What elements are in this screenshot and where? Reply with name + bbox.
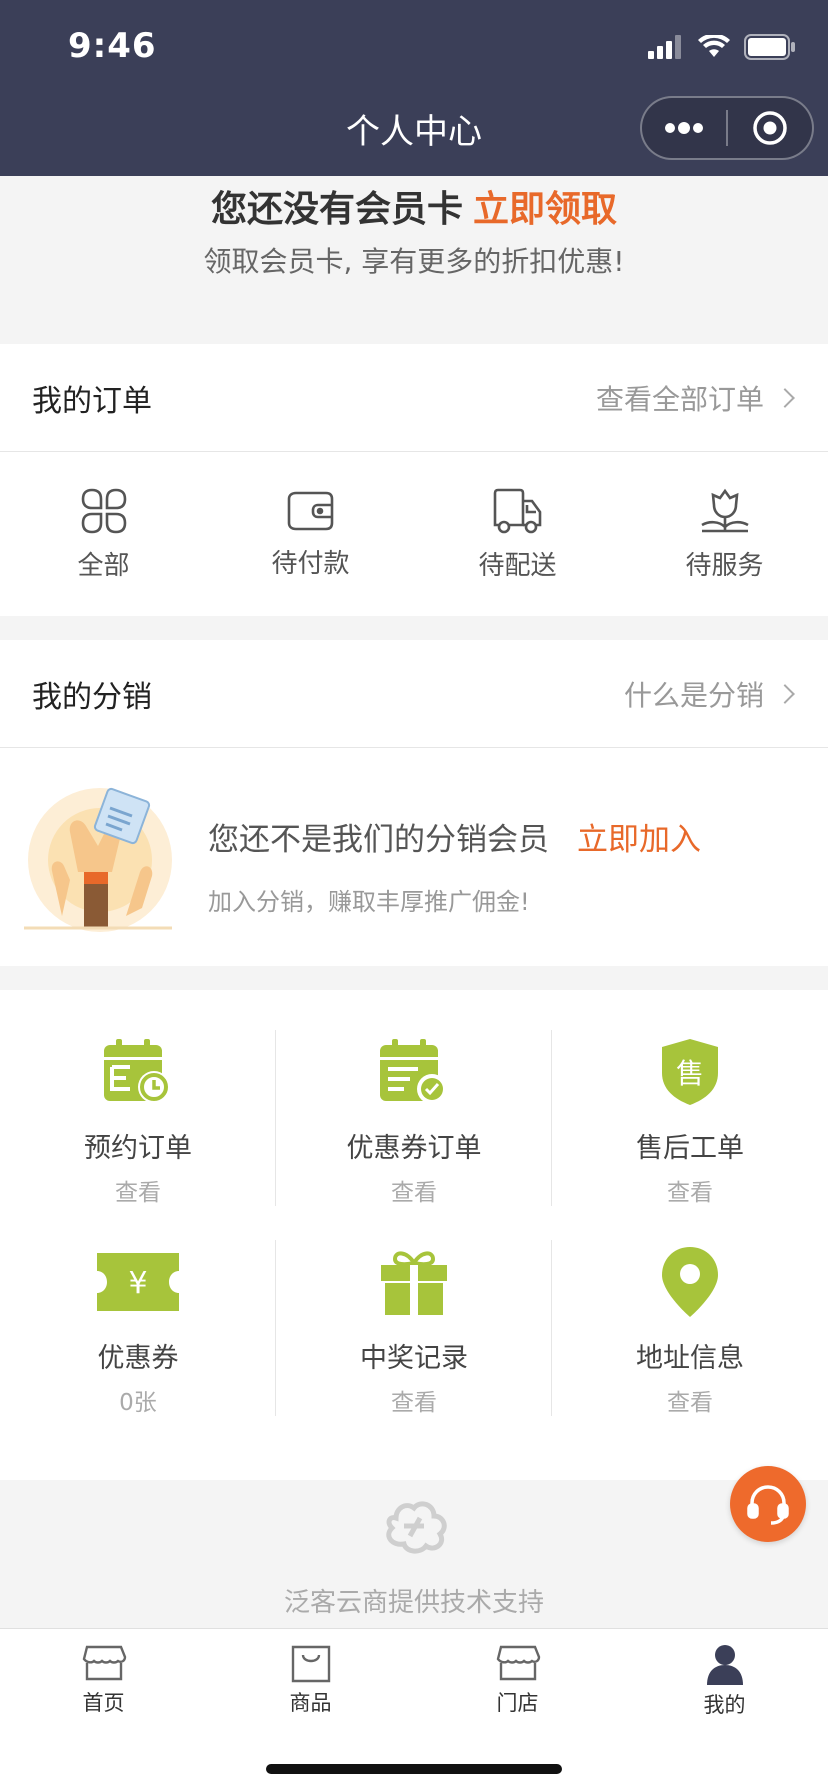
grid-item-appointment-orders[interactable]: 预约订单 查看 <box>0 1030 276 1240</box>
target-icon <box>753 111 787 145</box>
svg-text:售: 售 <box>676 1057 704 1090</box>
svg-text:¥: ¥ <box>128 1266 147 1301</box>
grid-item-subtitle: 查看 <box>667 1180 713 1206</box>
tab-label: 门店 <box>496 1691 539 1715</box>
member-card-subtitle: 领取会员卡, 享有更多的折扣优惠! <box>203 245 625 278</box>
member-card-text: 您还没有会员卡 <box>210 189 463 230</box>
mini-program-capsule <box>640 96 814 160</box>
grid-item-after-sales[interactable]: 售 售后工单 查看 <box>552 1030 828 1240</box>
order-tab-label: 待付款 <box>271 548 350 579</box>
chevron-right-icon <box>775 683 795 704</box>
order-tab-unpaid[interactable]: 待付款 <box>207 452 414 616</box>
orders-title: 我的订单 <box>32 383 152 419</box>
headset-icon <box>747 1485 789 1525</box>
bag-icon <box>291 1645 330 1683</box>
claim-card-link[interactable]: 立即领取 <box>473 189 617 230</box>
what-is-distribution-link[interactable]: 什么是分销 <box>623 674 795 714</box>
store-icon <box>496 1645 540 1681</box>
truck-icon <box>493 488 541 533</box>
grid-item-coupon-orders[interactable]: 优惠券订单 查看 <box>276 1030 552 1240</box>
order-tab-to-serve[interactable]: 待服务 <box>621 452 828 616</box>
tab-label: 我的 <box>703 1693 746 1717</box>
order-tab-label: 待配送 <box>478 550 557 581</box>
tab-label: 商品 <box>289 1691 332 1715</box>
order-tab-all[interactable]: 全部 <box>0 452 207 616</box>
more-button[interactable] <box>642 98 726 158</box>
brand-logo-icon <box>386 1501 447 1554</box>
grid-item-prize-records[interactable]: 中奖记录 查看 <box>276 1240 552 1450</box>
calendar-clock-icon <box>104 1039 170 1103</box>
tab-label: 首页 <box>82 1691 125 1715</box>
grid-item-title: 优惠券订单 <box>346 1133 482 1164</box>
grid-item-title: 售后工单 <box>636 1133 744 1164</box>
location-icon <box>662 1247 718 1317</box>
order-tab-to-deliver[interactable]: 待配送 <box>414 452 621 616</box>
tab-mine[interactable]: 我的 <box>621 1629 828 1792</box>
member-card-prompt: 您还没有会员卡 立即领取 领取会员卡, 享有更多的折扣优惠! <box>0 176 828 344</box>
flower-icon <box>700 488 749 532</box>
status-time: 9:46 <box>68 26 157 66</box>
grid-item-subtitle: 查看 <box>391 1390 437 1416</box>
home-indicator <box>266 1764 562 1774</box>
grid-item-title: 地址信息 <box>636 1343 744 1374</box>
grid-item-title: 预约订单 <box>84 1133 192 1164</box>
distribution-body: 您还不是我们的分销会员 立即加入 加入分销，赚取丰厚推广佣金! <box>0 748 828 966</box>
orders-header: 我的订单 查看全部订单 <box>0 344 828 452</box>
status-icons <box>648 34 796 60</box>
join-distribution-link[interactable]: 立即加入 <box>577 822 701 858</box>
distribution-prompt: 您还不是我们的分销会员 立即加入 <box>208 814 701 859</box>
grid-item-subtitle: 查看 <box>115 1180 161 1206</box>
view-all-orders-label: 查看全部订单 <box>595 382 764 416</box>
wallet-icon <box>287 491 333 530</box>
chevron-right-icon <box>775 387 795 408</box>
gift-icon <box>381 1251 447 1315</box>
shop-icon <box>82 1645 126 1681</box>
more-dots-icon <box>665 122 703 134</box>
feature-grid: 预约订单 查看 优惠券订单 查看 售 售后工单 查看 ¥ 优惠券 0张 中奖记录… <box>0 990 828 1480</box>
grid-item-subtitle: 查看 <box>391 1180 437 1206</box>
coupon-icon: ¥ <box>97 1253 179 1311</box>
distribution-subtitle: 加入分销，赚取丰厚推广佣金! <box>208 888 530 916</box>
shield-icon: 售 <box>662 1039 718 1105</box>
signal-icon <box>648 35 681 59</box>
order-status-row: 全部 待付款 待配送 待服务 <box>0 452 828 616</box>
wifi-icon <box>698 35 730 57</box>
brand-footer: 泛客云商提供技术支持 <box>0 1462 828 1628</box>
close-program-button[interactable] <box>728 98 812 158</box>
grid-item-subtitle: 0张 <box>119 1390 157 1416</box>
distribution-section: 我的分销 什么是分销 您还不是我们的分销会员 立即加入 加入分销，赚取丰厚推广佣金… <box>0 640 828 966</box>
grid-item-title: 优惠券 <box>97 1343 179 1374</box>
customer-service-button[interactable] <box>730 1466 806 1542</box>
grid-item-title: 中奖记录 <box>360 1343 468 1374</box>
distribution-prompt-text: 您还不是我们的分销会员 <box>208 822 549 858</box>
brand-text: 泛客云商提供技术支持 <box>283 1588 544 1618</box>
view-all-orders-link[interactable]: 查看全部订单 <box>595 378 795 418</box>
orders-section: 我的订单 查看全部订单 全部 待付款 待配送 待服务 <box>0 344 828 616</box>
grid-item-subtitle: 查看 <box>667 1390 713 1416</box>
grid-item-coupons[interactable]: ¥ 优惠券 0张 <box>0 1240 276 1450</box>
calendar-check-icon <box>380 1039 447 1104</box>
tab-home[interactable]: 首页 <box>0 1629 207 1792</box>
distribution-header: 我的分销 什么是分销 <box>0 640 828 748</box>
what-is-distribution-label: 什么是分销 <box>623 678 764 712</box>
member-card-title: 您还没有会员卡 立即领取 <box>0 180 828 232</box>
distribution-illustration <box>24 787 172 932</box>
user-icon <box>706 1645 743 1685</box>
distribution-title: 我的分销 <box>32 679 152 715</box>
grid-item-address[interactable]: 地址信息 查看 <box>552 1240 828 1450</box>
grid-icon <box>81 488 126 533</box>
order-tab-label: 全部 <box>77 550 130 581</box>
top-bar: 9:46 个人中心 <box>0 0 828 176</box>
order-tab-label: 待服务 <box>685 550 764 581</box>
battery-icon <box>744 34 795 60</box>
